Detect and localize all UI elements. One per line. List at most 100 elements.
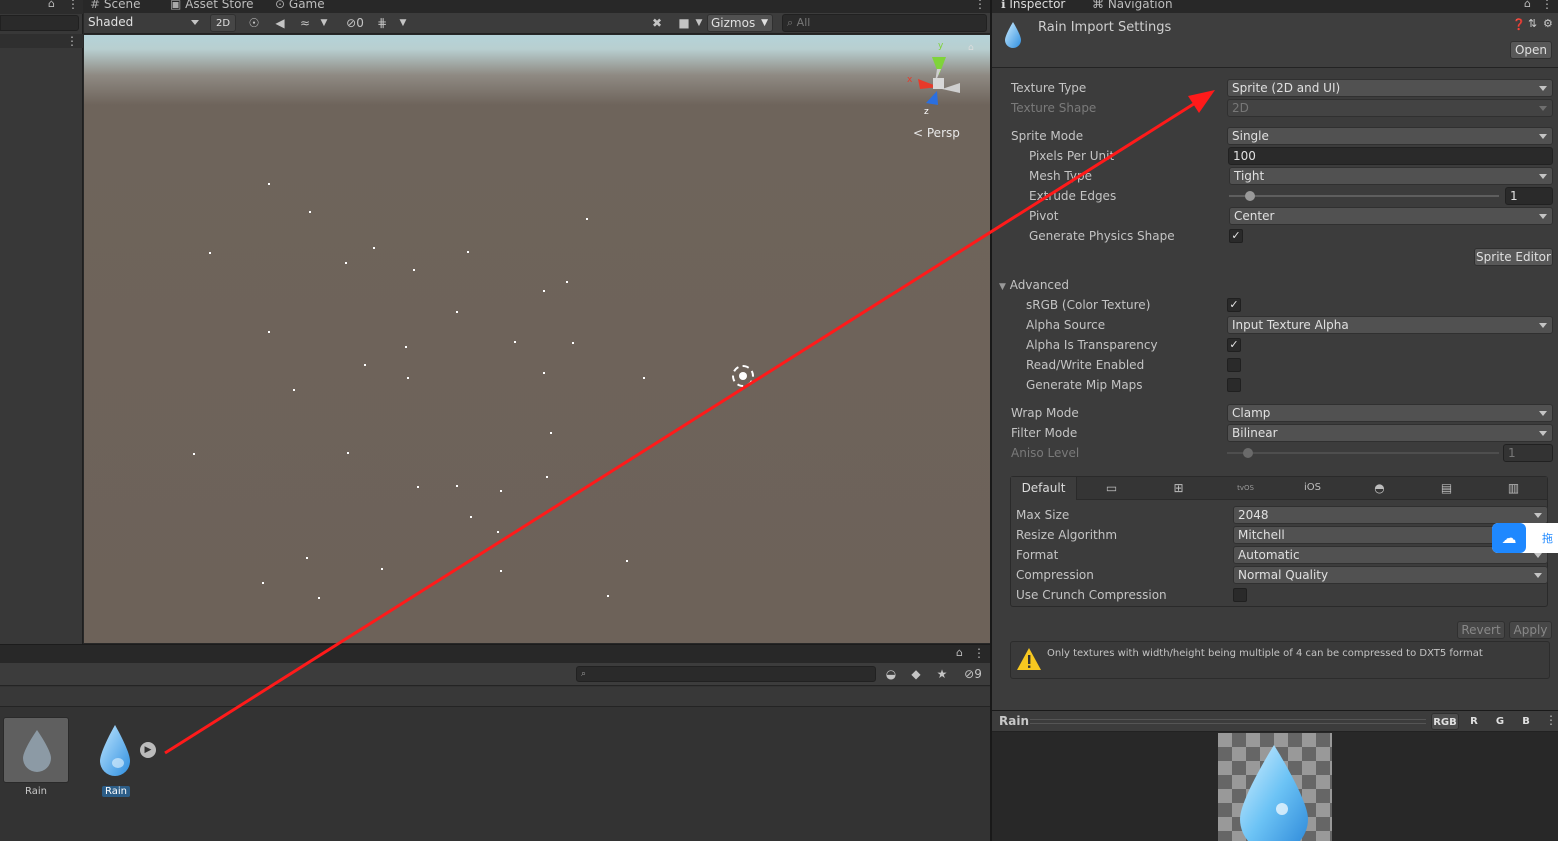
channel-r-button[interactable]: R: [1463, 713, 1485, 730]
tab-inspector[interactable]: ℹ Inspector: [1001, 0, 1065, 11]
asset-tile[interactable]: Rain: [3, 717, 69, 801]
read-write-checkbox[interactable]: [1227, 358, 1241, 372]
hierarchy-panel: ⌂ ⋮ ⋮: [0, 0, 83, 645]
favorite-star-icon[interactable]: ★: [932, 665, 952, 683]
tab-scene[interactable]: # Scene: [90, 0, 140, 11]
read-write-label: Read/Write Enabled: [1026, 358, 1145, 372]
kebab-menu-icon[interactable]: ⋮: [1541, 0, 1553, 11]
particle-dot: [456, 311, 458, 313]
particle-dot: [262, 582, 264, 584]
grid-dropdown-icon[interactable]: ▼: [397, 14, 409, 32]
eye-slash-icon: ⊘: [346, 16, 357, 30]
sprite-mode-dropdown[interactable]: Single: [1227, 127, 1553, 145]
scene-viewport[interactable]: y x z ⌂ < Persp: [84, 35, 990, 643]
help-icon[interactable]: ❓: [1512, 18, 1526, 31]
filter-mode-dropdown[interactable]: Bilinear: [1227, 424, 1553, 442]
grid-toggle-icon[interactable]: ⋕: [372, 14, 392, 32]
tab-asset-store[interactable]: ▣ Asset Store: [170, 0, 254, 11]
particle-dot: [268, 183, 270, 185]
gizmos-dropdown[interactable]: Gizmos ▼: [707, 14, 773, 32]
shading-mode-dropdown[interactable]: Shaded: [84, 14, 204, 32]
directional-light-icon[interactable]: [732, 365, 754, 387]
particle-dot: [607, 595, 609, 597]
scene-search-input[interactable]: ⌕ All: [782, 14, 987, 32]
channel-b-button[interactable]: B: [1515, 713, 1537, 730]
srgb-checkbox[interactable]: ✓: [1227, 298, 1241, 312]
extrude-edges-slider[interactable]: [1229, 191, 1499, 201]
search-by-label-icon[interactable]: ◆: [906, 665, 926, 683]
tab-game[interactable]: ⊙ Game: [275, 0, 325, 11]
ps4-icon[interactable]: ◓: [1346, 477, 1413, 499]
2d-toggle-button[interactable]: 2D: [210, 14, 236, 32]
scene-orientation-gizmo[interactable]: y x z ⌂: [904, 41, 974, 125]
audio-toggle-icon[interactable]: ◀: [270, 14, 290, 32]
camera-icon[interactable]: ■: [674, 14, 694, 32]
pivot-dropdown[interactable]: Center: [1229, 207, 1553, 225]
asset-tile-selected[interactable]: ▶ Rain: [90, 717, 156, 801]
alpha-is-transparency-checkbox[interactable]: ✓: [1227, 338, 1241, 352]
mesh-type-label: Mesh Type: [1029, 169, 1092, 183]
extrude-edges-input[interactable]: 1: [1505, 187, 1553, 205]
advanced-foldout[interactable]: ▼ Advanced: [999, 278, 1069, 292]
lighting-toggle-icon[interactable]: ☉: [244, 14, 264, 32]
kebab-menu-icon[interactable]: ⋮: [66, 34, 78, 48]
presets-icon[interactable]: ⇅: [1528, 17, 1537, 30]
chevron-down-icon: ▼: [761, 18, 768, 28]
texture-type-dropdown[interactable]: Sprite (2D and UI): [1227, 79, 1553, 97]
generate-physics-shape-checkbox[interactable]: ✓: [1229, 229, 1243, 243]
kebab-menu-icon[interactable]: ⋮: [1545, 713, 1557, 727]
crunch-compression-checkbox[interactable]: [1233, 588, 1247, 602]
open-button[interactable]: Open: [1510, 41, 1552, 59]
search-by-type-icon[interactable]: ◒: [881, 665, 901, 683]
wrap-mode-dropdown[interactable]: Clamp: [1227, 404, 1553, 422]
lock-icon[interactable]: ⌂: [968, 43, 974, 53]
inspector-header: Rain Import Settings ❓ ⇅ ⚙ Open: [992, 13, 1558, 68]
foldout-arrow-icon: ▼: [999, 282, 1006, 292]
effects-dropdown-icon[interactable]: ▼: [318, 14, 330, 32]
channel-rgb-button[interactable]: RGB: [1431, 713, 1459, 730]
filter-mode-label: Filter Mode: [1011, 426, 1078, 440]
webgl-icon[interactable]: ▥: [1480, 477, 1547, 499]
tab-default[interactable]: Default: [1011, 477, 1077, 500]
ios-tab[interactable]: iOS: [1279, 477, 1346, 499]
camera-dropdown-icon[interactable]: ▼: [693, 14, 705, 32]
side-badge-label: 拖: [1542, 532, 1553, 545]
desktop-icon[interactable]: ▭: [1078, 477, 1145, 499]
lock-icon[interactable]: ⌂: [1524, 0, 1531, 10]
pixels-per-unit-input[interactable]: 100: [1228, 147, 1553, 165]
hidden-packages-toggle[interactable]: ⊘9: [958, 665, 988, 683]
effects-toggle-icon[interactable]: ≈: [295, 14, 315, 32]
max-size-dropdown[interactable]: 2048: [1233, 506, 1548, 524]
android-icon[interactable]: ▤: [1413, 477, 1480, 499]
compression-dropdown[interactable]: Normal Quality: [1233, 566, 1548, 584]
sprite-editor-button[interactable]: Sprite Editor: [1474, 248, 1553, 266]
apply-button[interactable]: Apply: [1509, 621, 1552, 639]
project-search-input[interactable]: ⌕: [576, 666, 876, 682]
hidden-objects-toggle[interactable]: ⊘0: [340, 14, 370, 32]
generate-mip-maps-checkbox[interactable]: [1227, 378, 1241, 392]
warning-icon: [1017, 648, 1041, 670]
channel-g-button[interactable]: G: [1489, 713, 1511, 730]
revert-button[interactable]: Revert: [1457, 621, 1505, 639]
mesh-type-dropdown[interactable]: Tight: [1229, 167, 1553, 185]
alpha-source-dropdown[interactable]: Input Texture Alpha: [1227, 316, 1553, 334]
hierarchy-search[interactable]: [0, 15, 79, 31]
persp-label[interactable]: < Persp: [913, 126, 960, 140]
tools-icon[interactable]: ✖: [647, 14, 667, 32]
windows-store-icon[interactable]: ⊞: [1145, 477, 1212, 499]
gear-icon[interactable]: ⚙: [1543, 17, 1553, 30]
sprite-mode-label: Sprite Mode: [1011, 129, 1084, 143]
tab-navigation[interactable]: ⌘ Navigation: [1092, 0, 1173, 11]
lock-icon[interactable]: ⌂: [956, 646, 963, 659]
kebab-menu-icon[interactable]: ⋮: [67, 0, 79, 11]
play-preview-icon[interactable]: ▶: [140, 742, 156, 758]
tvos-tab[interactable]: tvOS: [1212, 477, 1279, 499]
kebab-menu-icon[interactable]: ⋮: [974, 0, 986, 11]
particle-dot: [497, 531, 499, 533]
slider-thumb[interactable]: [1245, 191, 1255, 201]
floating-cloud-widget[interactable]: ☁ 拖: [1492, 523, 1558, 553]
particle-dot: [209, 252, 211, 254]
kebab-menu-icon[interactable]: ⋮: [973, 646, 985, 660]
resize-algorithm-label: Resize Algorithm: [1016, 528, 1118, 542]
lock-icon[interactable]: ⌂: [48, 0, 55, 10]
